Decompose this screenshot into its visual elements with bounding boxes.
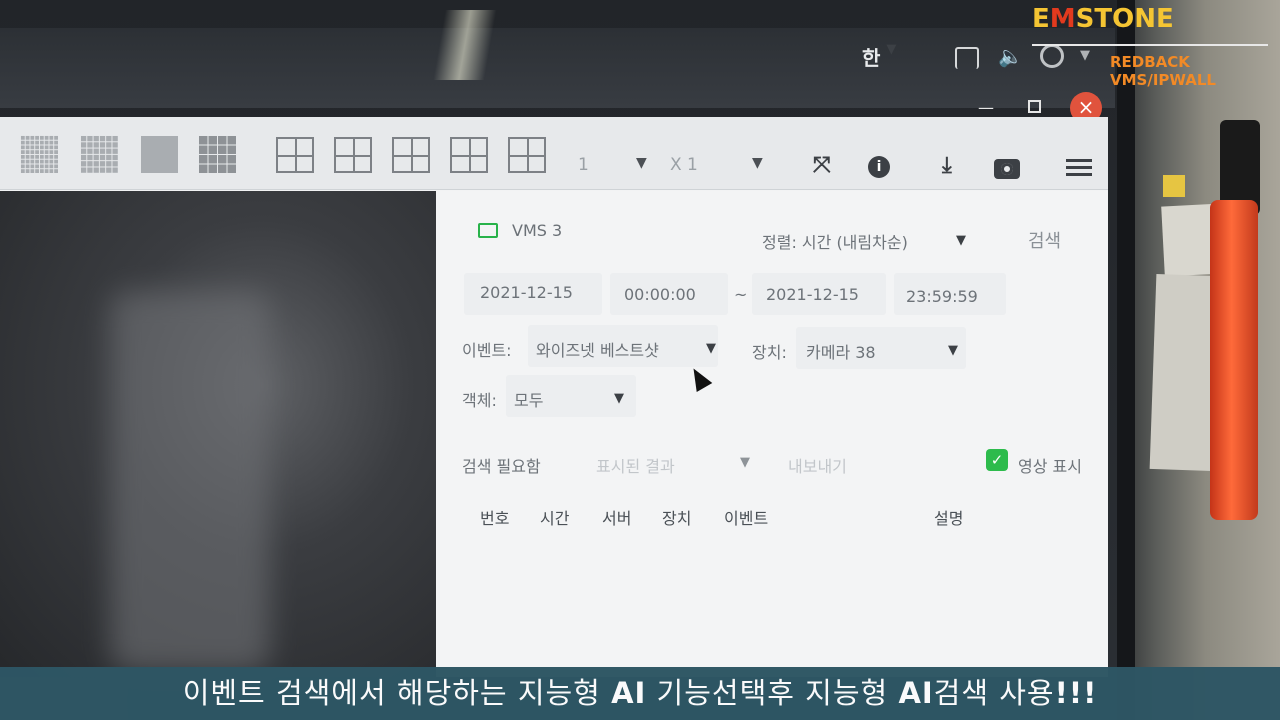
show-video-checkbox[interactable]: ✓ [986,449,1008,471]
office-background [1115,0,1280,720]
range-separator: ~ [734,285,748,304]
column-header-number[interactable]: 번호 [480,505,509,529]
caption-text: 이벤트 검색에서 해당하는 지능형 [182,676,612,710]
device-select-value: 카메라 38 [806,343,876,362]
layout-4x4-icon[interactable] [198,135,236,173]
layout-split-icon[interactable] [276,137,314,173]
layout-8x8-icon[interactable] [20,135,58,173]
network-icon[interactable] [955,47,979,69]
os-top-bar [0,28,1115,108]
language-selector[interactable]: 한 ▼ [862,42,896,71]
column-header-event[interactable]: 이벤트 [724,505,768,529]
chevron-down-icon[interactable]: ▼ [614,391,624,406]
volume-icon[interactable]: 🔈 [998,44,1023,68]
fullscreen-icon[interactable]: ⤧ [813,153,831,178]
download-icon[interactable]: ⤓ [942,153,952,178]
column-header-device[interactable]: 장치 [662,505,691,529]
brand-letter: M [1049,4,1076,34]
object-label: 객체: [462,391,497,410]
page-select-value[interactable]: 1 [578,155,589,175]
chevron-down-icon[interactable]: ▼ [948,343,958,358]
brand-logo: EMSTONE REDBACK VMS/IPWALL [1032,0,1270,89]
caption-text: 검색 사용 [933,676,1055,710]
traffic-cone [1210,200,1258,520]
list-menu-icon[interactable] [1066,159,1092,177]
light-glare [425,10,515,80]
sort-select[interactable]: 정렬: 시간 (내림차순) [762,229,908,253]
chevron-down-icon: ▼ [886,42,897,57]
screenshot-stage: 한 ▼ 🔈 ▼ EMSTONE REDBACK VMS/IPWALL — × 1 … [0,0,1280,720]
column-header-description[interactable]: 설명 [934,505,963,529]
vms-app-window: 1 ▼ X 1 ▼ ⤧ i ⤓ VMS 3 정렬: 시간 (내림차순) ▼ 검색… [0,117,1108,677]
video-subject [110,291,270,671]
end-date-value: 2021-12-15 [766,285,859,304]
start-time-value: 00:00:00 [624,285,696,304]
wall-paper [1149,273,1219,472]
event-label: 이벤트: [462,341,512,360]
column-header-time[interactable]: 시간 [540,505,569,529]
server-name: VMS 3 [512,221,563,240]
caption-text: !!! [1054,676,1098,710]
brand-divider [1032,44,1268,46]
event-search-panel: VMS 3 정렬: 시간 (내림차순) ▼ 검색 2021-12-15 00:0… [440,191,1108,677]
show-video-label: 영상 표시 [1018,457,1082,476]
sticky-note [1163,175,1185,197]
column-header-server[interactable]: 서버 [602,505,631,529]
chevron-down-icon[interactable]: ▼ [636,155,647,171]
layout-toolbar: 1 ▼ X 1 ▼ ⤧ i ⤓ [0,117,1108,190]
display-result-select[interactable]: 표시된 결과 [596,453,675,477]
search-button[interactable]: 검색 [1028,227,1061,253]
layout-1x1-icon[interactable] [140,135,178,173]
chevron-down-icon[interactable]: ▼ [956,233,966,248]
server-label: VMS 3 [478,221,562,240]
layout-split-icon[interactable] [508,137,546,173]
brand-letter: E [1032,4,1050,34]
caption-text: AI [898,676,934,710]
maximize-button[interactable] [1028,100,1041,113]
brand-letter: STONE [1075,4,1174,34]
info-icon[interactable]: i [868,156,890,178]
layout-6x6-icon[interactable] [80,135,118,173]
caption-text: 기능선택후 지능형 [646,676,899,710]
video-view[interactable] [0,191,436,677]
brand-name: EMSTONE [1032,4,1174,34]
layout-split-icon[interactable] [392,137,430,173]
brand-subtitle: REDBACK VMS/IPWALL [1110,53,1216,89]
search-status: 검색 필요함 [462,457,541,476]
mouse-cursor-icon [685,363,713,393]
event-select-value: 와이즈넷 베스트샷 [536,341,659,360]
monitor-icon [478,223,498,238]
caption-text: AI [611,676,647,710]
chevron-down-icon[interactable]: ▼ [752,155,763,171]
camera-icon[interactable] [994,159,1020,179]
language-label: 한 [862,46,881,70]
video-caption: 이벤트 검색에서 해당하는 지능형 AI 기능선택후 지능형 AI검색 사용!!… [0,667,1280,720]
export-button[interactable]: 내보내기 [788,453,847,477]
start-date-value: 2021-12-15 [480,283,573,302]
object-select-value: 모두 [514,391,544,410]
zoom-select-value[interactable]: X 1 [670,155,698,175]
chevron-down-icon[interactable]: ▼ [706,341,716,356]
minimize-button[interactable]: — [978,98,994,117]
layout-split-icon[interactable] [450,137,488,173]
end-time-value: 23:59:59 [906,287,978,306]
device-label: 장치: [752,343,787,362]
chevron-down-icon[interactable]: ▼ [740,455,750,470]
layout-split-icon[interactable] [334,137,372,173]
